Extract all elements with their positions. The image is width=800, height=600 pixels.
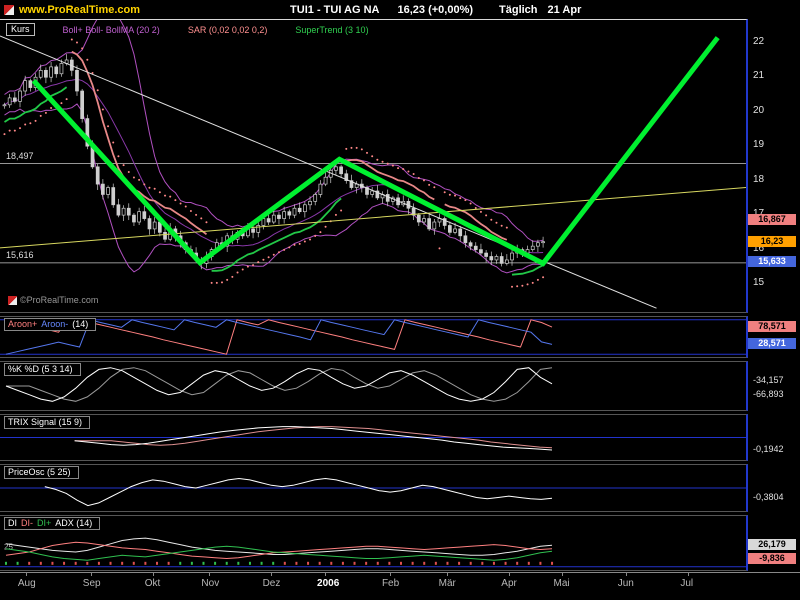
legend-sar[interactable]: SAR (0,02 0,02 0,2) xyxy=(188,25,268,35)
month-label-okt: Okt xyxy=(145,578,161,589)
last-price-quote: 16,23 (+0,00%) xyxy=(397,4,473,16)
month-label-aug: Aug xyxy=(18,578,36,589)
panel-title-aroon: Aroon+ Aroon- (14) xyxy=(4,318,96,331)
prorealtime-window: www.ProRealTime.com TUI1 - TUI AG NA 16,… xyxy=(0,0,800,600)
kurs-label[interactable]: Kurs xyxy=(6,23,35,36)
month-tick xyxy=(509,572,510,576)
panel-title-part: TRIX Signal (15 9) xyxy=(8,417,82,427)
panel-title-part: DI+ xyxy=(37,518,51,528)
y-axis-tick-label: 19 xyxy=(753,139,764,150)
panel-title-part: DI- xyxy=(21,518,33,528)
month-label-mär: Mär xyxy=(439,578,456,589)
indicator-tag: 78,571 xyxy=(748,321,796,332)
price-level-label: 18,497 xyxy=(4,151,36,161)
month-tick xyxy=(91,572,92,576)
panel-title-stoch: %K %D (5 3 14) xyxy=(4,363,81,376)
panel-title-adx: DI DI- DI+ ADX (14) xyxy=(4,517,100,530)
instrument-title: TUI1 - TUI AG NA xyxy=(290,4,379,16)
month-tick xyxy=(325,572,326,576)
month-tick xyxy=(562,572,563,576)
adx-plot[interactable]: 5025 xyxy=(0,516,746,570)
panel-adx[interactable]: 5025 xyxy=(0,515,748,571)
month-tick xyxy=(153,572,154,576)
panel-title-part: DI xyxy=(8,518,17,528)
panel-stochastic[interactable] xyxy=(0,361,748,411)
panel-title-priceosc: PriceOsc (5 25) xyxy=(4,466,79,479)
prorealtime-icon xyxy=(8,296,17,305)
panel-trix[interactable] xyxy=(0,414,748,461)
trix-plot[interactable] xyxy=(0,415,746,460)
indicator-value-label: -34,157 xyxy=(753,375,784,385)
price-tag-blue: 15,633 xyxy=(748,256,796,267)
indicator-value-label: -0,1942 xyxy=(753,444,784,454)
main-price-chart[interactable] xyxy=(0,19,748,313)
month-label-jun: Jun xyxy=(618,578,634,589)
month-tick xyxy=(447,572,448,576)
month-label-nov: Nov xyxy=(201,578,219,589)
panel-title-part: Aroon- xyxy=(41,319,68,329)
indicator-value-label: -66,893 xyxy=(753,389,784,399)
indicator-tag: -9,836 xyxy=(748,553,796,564)
panel-title-part: %K %D (5 3 14) xyxy=(8,364,73,374)
month-tick xyxy=(390,572,391,576)
panel-priceosc[interactable] xyxy=(0,464,748,512)
y-axis-tick-label: 22 xyxy=(753,36,764,47)
panel-aroon[interactable] xyxy=(0,316,748,358)
panel-title-part: (14) xyxy=(72,319,88,329)
legend-bollinger[interactable]: Boll+ Boll- BollMA (20 2) xyxy=(63,25,160,35)
month-tick xyxy=(209,572,210,576)
month-label-apr: Apr xyxy=(501,578,517,589)
indicator-tag: 26,179 xyxy=(748,539,796,550)
month-label-2006: 2006 xyxy=(317,578,339,589)
month-label-feb: Feb xyxy=(382,578,399,589)
timeframe-label[interactable]: Täglich xyxy=(499,4,538,16)
price-level-label: 15,616 xyxy=(4,250,36,260)
legend-supertrend[interactable]: SuperTrend (3 10) xyxy=(295,25,368,35)
price-tag-pink: 16,867 xyxy=(748,214,796,225)
month-label-jul: Jul xyxy=(680,578,693,589)
prorealtime-logo-icon xyxy=(4,5,14,15)
brand-link[interactable]: www.ProRealTime.com xyxy=(19,4,140,16)
indicator-value-label: -0,3804 xyxy=(753,492,784,502)
stochastic-plot[interactable] xyxy=(0,362,746,410)
panel-title-part: PriceOsc (5 25) xyxy=(8,467,71,477)
month-tick xyxy=(26,572,27,576)
panel-title-trix: TRIX Signal (15 9) xyxy=(4,416,90,429)
y-axis-tick-label: 15 xyxy=(753,277,764,288)
y-axis-tick-label: 20 xyxy=(753,105,764,116)
month-tick xyxy=(271,572,272,576)
header-bar: www.ProRealTime.com TUI1 - TUI AG NA 16,… xyxy=(0,0,800,19)
month-label-mai: Mai xyxy=(554,578,570,589)
priceosc-plot[interactable] xyxy=(0,465,746,511)
indicator-tag: 28,571 xyxy=(748,338,796,349)
panel-title-part: Aroon+ xyxy=(8,319,37,329)
aroon-plot[interactable] xyxy=(0,317,746,357)
watermark: ©ProRealTime.com xyxy=(8,295,98,305)
watermark-text: ©ProRealTime.com xyxy=(20,295,98,305)
month-tick xyxy=(626,572,627,576)
date-label: 21 Apr xyxy=(548,4,582,16)
chart-legend: Kurs Boll+ Boll- BollMA (20 2) SAR (0,02… xyxy=(6,23,369,36)
y-axis-tick-label: 18 xyxy=(753,174,764,185)
month-label-dez: Dez xyxy=(263,578,281,589)
candlestick-plot[interactable] xyxy=(0,20,746,312)
panel-title-part: ADX (14) xyxy=(55,518,92,528)
y-axis-tick-label: 21 xyxy=(753,70,764,81)
price-tag-orange: 16,23 xyxy=(748,236,796,247)
month-label-sep: Sep xyxy=(83,578,101,589)
month-tick xyxy=(688,572,689,576)
